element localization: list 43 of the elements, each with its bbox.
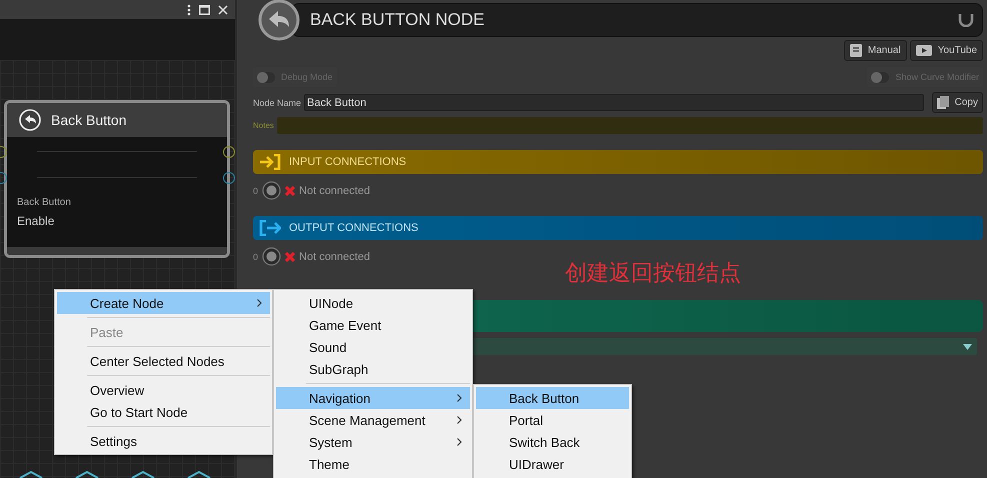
connection-status: Not connected bbox=[299, 184, 370, 196]
menu-item[interactable]: Back Button bbox=[476, 387, 629, 409]
info-icon bbox=[262, 247, 282, 266]
chevron-icon bbox=[457, 438, 462, 446]
field-label: Node Name bbox=[253, 98, 302, 108]
connection-index: 0 bbox=[253, 252, 258, 262]
connection-index: 0 bbox=[253, 186, 258, 196]
logo-icon bbox=[958, 13, 974, 27]
enter-icon bbox=[259, 154, 281, 170]
output-port[interactable] bbox=[223, 172, 235, 184]
cross-icon bbox=[284, 250, 296, 262]
inspector-title: BACK BUTTON NODE bbox=[310, 10, 484, 30]
input-port[interactable] bbox=[223, 146, 235, 158]
graph-node[interactable]: Back Button Back Button Enable bbox=[4, 100, 230, 258]
chevron-icon bbox=[457, 394, 462, 402]
more-icon[interactable] bbox=[187, 4, 191, 16]
exit-icon bbox=[259, 220, 281, 236]
node-title: Back Button bbox=[51, 112, 126, 128]
manual-button[interactable]: Manual bbox=[844, 40, 907, 61]
close-icon[interactable] bbox=[218, 4, 228, 14]
book-icon bbox=[850, 44, 862, 57]
node-field-label: Back Button bbox=[17, 197, 72, 208]
dropdown-arrow-icon bbox=[963, 344, 972, 350]
node-name-field[interactable]: Back Button bbox=[304, 94, 924, 111]
notes-label: Notes bbox=[253, 121, 274, 130]
chevron-icon bbox=[457, 416, 462, 424]
notes-field[interactable] bbox=[276, 117, 983, 134]
cross-icon bbox=[284, 184, 296, 196]
play-icon bbox=[916, 45, 932, 56]
copy-button[interactable]: Copy bbox=[932, 92, 983, 113]
youtube-button[interactable]: YouTube bbox=[910, 40, 983, 61]
node-field-value: Enable bbox=[17, 214, 56, 228]
link-icon bbox=[262, 181, 282, 200]
input-connections-header[interactable]: INPUT CONNECTIONS bbox=[253, 150, 983, 174]
menu-item[interactable]: Navigation bbox=[276, 387, 470, 409]
back-arrow-icon bbox=[257, 0, 301, 42]
annotation-text: 创建返回按钮结点 bbox=[565, 259, 741, 287]
menu-item[interactable]: Create Node bbox=[57, 292, 270, 318]
chevron-icon bbox=[257, 299, 262, 307]
connection-status: Not connected bbox=[299, 250, 370, 262]
output-connections-header[interactable]: OUTPUT CONNECTIONS bbox=[253, 216, 983, 240]
maximize-icon[interactable] bbox=[199, 4, 210, 14]
copy-icon bbox=[936, 96, 949, 109]
